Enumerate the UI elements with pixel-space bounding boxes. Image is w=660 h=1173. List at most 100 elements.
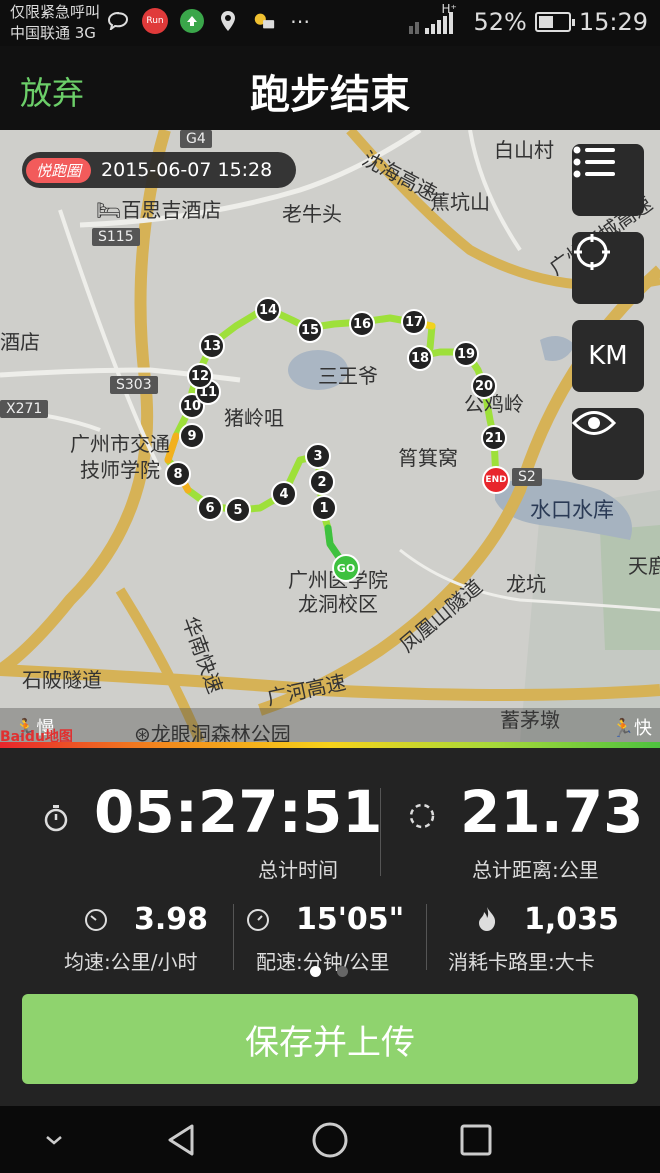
park-icon: ⊛	[134, 722, 151, 742]
home-button[interactable]	[310, 1120, 350, 1160]
flame-icon	[479, 907, 496, 931]
recents-button[interactable]	[456, 1120, 496, 1160]
system-status: H⁺ 52% 15:29	[409, 2, 648, 36]
back-button[interactable]	[162, 1120, 202, 1160]
total-time-label: 总计时间	[258, 858, 338, 882]
list-icon	[573, 146, 615, 178]
hide-nav-button[interactable]	[34, 1120, 74, 1160]
route-marker: 17	[401, 309, 427, 335]
route-map[interactable]: 白山村 🛏百思吉酒店 老牛头 蕉坑山 酒店 三王爷 公鸡岭 广州市交通 技师学院…	[0, 130, 660, 742]
eye-icon	[572, 411, 616, 435]
route-marker: 3	[305, 443, 331, 469]
map-label: 龙坑	[506, 572, 546, 596]
start-marker: GO	[332, 554, 360, 582]
divider	[426, 904, 427, 970]
map-label: 龙洞校区	[298, 592, 378, 616]
battery-icon	[534, 12, 575, 32]
map-label: 猪岭咀	[224, 406, 284, 430]
route-marker: 13	[199, 333, 225, 359]
map-label: 🛏百思吉酒店	[96, 198, 222, 222]
crosshair-icon	[574, 234, 610, 270]
route-marker: 15	[297, 317, 323, 343]
route-marker: 9	[179, 423, 205, 449]
brand-badge: 悦跑圈	[26, 157, 92, 183]
map-label: 三王爷	[318, 364, 378, 388]
end-marker: END	[482, 466, 510, 494]
runner-icon: 🏃	[611, 718, 634, 739]
page-dot[interactable]	[337, 966, 348, 977]
route-marker: 8	[165, 461, 191, 487]
route-marker: 12	[187, 363, 213, 389]
clock: 15:29	[578, 8, 648, 36]
carrier-info: 仅限紧急呼叫 中国联通 3G	[10, 2, 100, 44]
road-badge: S2	[512, 468, 542, 486]
avg-speed-value: 3.98	[134, 902, 209, 937]
route-marker: 20	[471, 373, 497, 399]
map-label: 蕉坑山	[430, 190, 490, 214]
run-app-icon: Run	[142, 8, 168, 34]
more-icon: ⋯	[290, 9, 310, 33]
route-marker: 2	[309, 469, 335, 495]
title-bar: 放弃 跑步结束	[0, 46, 660, 130]
map-label: 酒店	[0, 330, 40, 354]
recents-icon	[460, 1124, 492, 1156]
chevron-down-icon	[46, 1136, 62, 1145]
route-marker: 19	[453, 341, 479, 367]
map-label: ⊛龙眼洞森林公园	[134, 718, 291, 742]
baidu-logo: Baidu地图	[0, 729, 73, 742]
map-label: 筲箕窝	[398, 446, 458, 470]
home-icon	[312, 1122, 348, 1158]
fast-label: 🏃快	[611, 718, 652, 739]
carrier-text: 中国联通 3G	[10, 24, 96, 42]
route-marker: 14	[255, 297, 281, 323]
road-badge: X271	[0, 400, 49, 418]
back-icon	[168, 1124, 194, 1156]
page-indicator	[310, 966, 348, 977]
route-marker: 18	[407, 345, 433, 371]
map-label: 老牛头	[282, 202, 342, 226]
map-label: 天鹿	[628, 554, 660, 578]
system-nav-bar	[0, 1106, 660, 1173]
map-label: 石陂隧道	[22, 668, 102, 692]
km-toggle-button[interactable]: KM	[572, 320, 644, 392]
save-upload-button[interactable]: 保存并上传	[22, 994, 638, 1084]
map-label: 广州市交通	[70, 432, 170, 456]
run-date: 2015-06-07 15:28	[101, 159, 273, 181]
emergency-only-text: 仅限紧急呼叫	[10, 3, 101, 21]
run-date-pill: 悦跑圈 2015-06-07 15:28	[22, 152, 297, 188]
road-badge: G4	[180, 130, 212, 148]
route-list-button[interactable]	[572, 144, 644, 216]
total-time-value: 05:27:51	[94, 778, 383, 846]
distance-icon	[409, 803, 435, 829]
hotel-icon: 🛏	[96, 198, 122, 222]
total-distance-value: 21.73	[460, 778, 644, 846]
network-type: H⁺	[441, 2, 457, 16]
stopwatch-icon	[44, 805, 68, 832]
map-label: 白山村	[494, 138, 554, 162]
calories-value: 1,035	[524, 902, 619, 937]
signal-icon: H⁺	[409, 2, 465, 36]
route-marker: 4	[271, 481, 297, 507]
speedometer-icon	[85, 909, 107, 931]
location-icon	[216, 9, 240, 33]
status-bar: 仅限紧急呼叫 中国联通 3G Run ⋯ H⁺ 52% 15:29	[0, 0, 660, 46]
pace-icon	[247, 909, 269, 931]
weather-icon	[252, 9, 276, 33]
view-toggle-button[interactable]	[572, 408, 644, 480]
run-stats: 05:27:51 总计时间 21.73 总计距离:公里 3.98 均速:公里/小…	[0, 748, 660, 992]
road-badge: S303	[110, 376, 158, 394]
up-arrow-icon	[180, 9, 204, 33]
notification-icons: Run ⋯	[106, 8, 312, 34]
route-marker: 1	[311, 495, 337, 521]
route-marker: 21	[481, 425, 507, 451]
route-marker: 5	[225, 497, 251, 523]
road-badge: S115	[92, 228, 140, 246]
page-title: 跑步结束	[250, 72, 410, 118]
total-distance-label: 总计距离:公里	[472, 858, 599, 882]
map-label: 技师学院	[80, 458, 160, 482]
map-label: 水口水库	[530, 498, 614, 522]
divider	[233, 904, 234, 970]
locate-button[interactable]	[572, 232, 644, 304]
page-dot-active[interactable]	[310, 966, 321, 977]
divider	[380, 788, 381, 876]
